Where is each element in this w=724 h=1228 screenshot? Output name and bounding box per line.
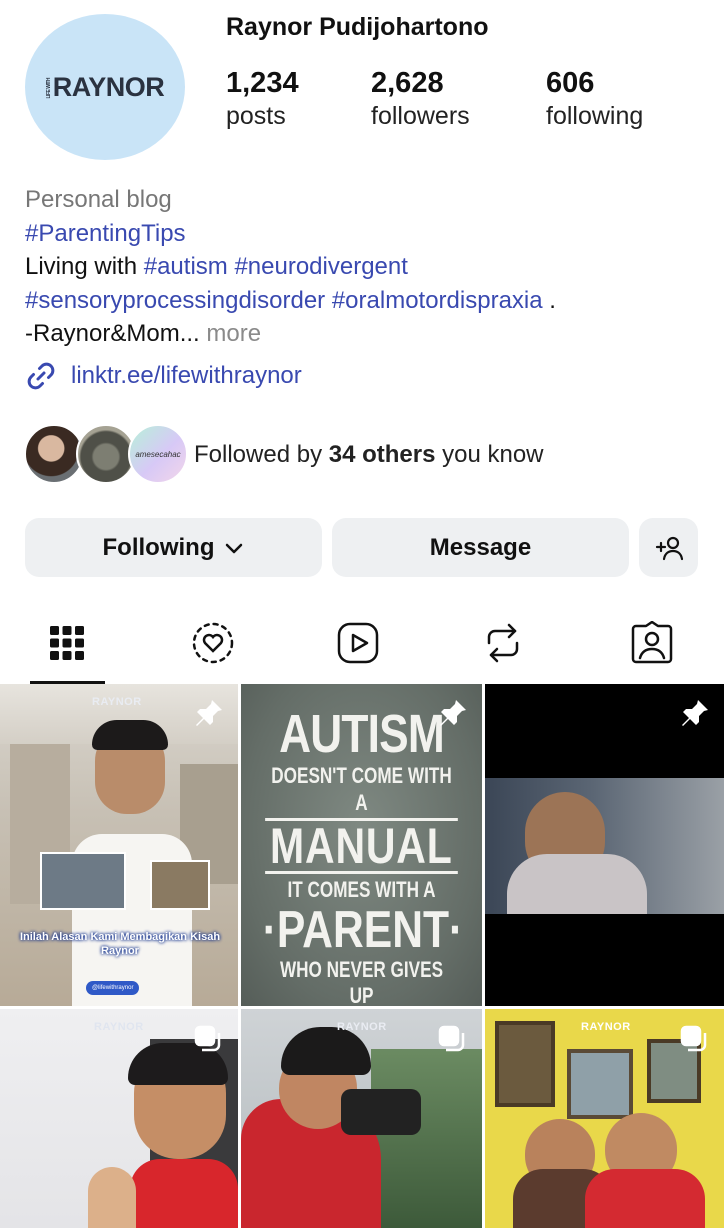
repost-icon <box>487 623 519 663</box>
reels-icon <box>337 622 379 664</box>
pin-icon <box>682 700 708 726</box>
tagged-person-icon <box>631 621 673 664</box>
hashtag-oralmotordispraxia[interactable]: #oralmotordispraxia <box>332 287 543 314</box>
post-4-watermark: RAYNOR <box>94 1021 144 1033</box>
stat-followers-count: 2,628 <box>371 67 444 99</box>
followed-by-row[interactable]: amesecahac Followed by 34 others you kno… <box>24 424 544 486</box>
post-1-photo-left <box>40 852 126 910</box>
message-button-label: Message <box>429 533 532 561</box>
posts-grid: RAYNOR Inilah Alasan Kami Membagikan Kis… <box>0 684 724 1228</box>
post-5-person-hair <box>281 1027 371 1075</box>
bio-signature: -Raynor&Mom... <box>25 320 200 347</box>
profile-avatar[interactable]: LIFE WITHRAYNOR <box>25 14 185 160</box>
mutual-avatars: amesecahac <box>24 424 188 486</box>
post-2-line-4: IT COMES WITH A <box>287 877 436 902</box>
following-button[interactable]: Following <box>25 518 322 577</box>
post-1-photo-right <box>150 860 210 910</box>
post-2-line-6: WHO NEVER GIVES UP <box>279 957 444 1006</box>
mutual-avatar-1 <box>24 424 84 484</box>
tab-tagged[interactable] <box>615 604 689 682</box>
post-thumbnail-3[interactable] <box>485 684 724 1006</box>
pin-icon <box>196 700 222 726</box>
post-2-line-5: ·PARENT· <box>262 901 464 959</box>
carousel-icon <box>194 1025 221 1052</box>
post-1-handle: @lifewithraynor <box>86 981 140 995</box>
hashtag-sensoryprocessingdisorder[interactable]: #sensoryprocessingdisorder <box>25 287 325 314</box>
post-5-camera <box>341 1089 421 1135</box>
post-2-line-1: AUTISM <box>279 704 445 764</box>
post-2-quote: AUTISM DOESN'T COME WITH A MANUAL IT COM… <box>241 706 482 1006</box>
stat-posts-count: 1,234 <box>226 67 299 99</box>
chevron-down-icon <box>226 543 243 553</box>
bio-more-link[interactable]: more <box>200 320 261 347</box>
post-thumbnail-5[interactable]: RAYNOR <box>241 1009 482 1228</box>
stat-followers[interactable]: 2,628 followers <box>371 66 470 132</box>
mutual-avatar-3: amesecahac <box>128 424 188 484</box>
message-button[interactable]: Message <box>332 518 629 577</box>
hashtag-neurodivergent[interactable]: #neurodivergent <box>234 253 407 280</box>
stat-following-label: following <box>546 102 644 130</box>
tab-highlights[interactable] <box>176 604 250 682</box>
post-3-person-shirt <box>507 854 647 914</box>
pin-icon <box>440 700 466 726</box>
avatar-logo: LIFE WITHRAYNOR <box>45 71 165 102</box>
stat-following[interactable]: 606 following <box>546 66 643 132</box>
stat-posts[interactable]: 1,234 posts <box>226 66 299 132</box>
post-thumbnail-2[interactable]: AUTISM DOESN'T COME WITH A MANUAL IT COM… <box>241 684 482 1006</box>
stat-posts-label: posts <box>226 102 286 130</box>
post-4-child <box>88 1167 136 1228</box>
post-thumbnail-1[interactable]: RAYNOR Inilah Alasan Kami Membagikan Kis… <box>0 684 238 1006</box>
followed-by-text: Followed by 34 others you know <box>194 441 544 468</box>
profile-username: Raynor Pudijohartono <box>226 13 489 41</box>
bio-link[interactable]: linktr.ee/lifewithraynor <box>25 360 302 392</box>
bio-period: . <box>542 286 556 314</box>
grid-icon <box>50 626 84 660</box>
post-6-person-2-shirt <box>585 1169 705 1228</box>
post-6-frame-2 <box>567 1049 633 1119</box>
tab-reels[interactable] <box>321 604 395 682</box>
hashtag-autism[interactable]: #autism <box>144 253 228 280</box>
post-6-frame-1 <box>495 1021 555 1107</box>
post-2-line-3: MANUAL <box>265 818 458 874</box>
post-5-watermark: RAYNOR <box>337 1021 387 1033</box>
profile-bio: Personal blog #ParentingTips Living with… <box>25 183 705 351</box>
post-4-person-shirt <box>130 1159 238 1228</box>
stat-following-count: 606 <box>546 67 595 99</box>
following-button-label: Following <box>102 533 215 561</box>
post-thumbnail-6[interactable]: RAYNOR <box>485 1009 724 1228</box>
suggest-users-button[interactable] <box>639 518 698 577</box>
hashtag-parentingtips[interactable]: #ParentingTips <box>25 220 186 247</box>
post-2-line-2: DOESN'T COME WITH A <box>271 763 452 815</box>
link-icon <box>27 362 55 390</box>
post-1-person-hair <box>92 720 168 750</box>
post-thumbnail-4[interactable]: RAYNOR <box>0 1009 238 1228</box>
bio-link-text: linktr.ee/lifewithraynor <box>71 362 302 389</box>
post-6-watermark: RAYNOR <box>581 1021 631 1033</box>
add-user-icon <box>655 536 683 560</box>
carousel-icon <box>438 1025 465 1052</box>
heart-circle-icon <box>192 622 234 664</box>
bio-text: Living with <box>25 253 144 280</box>
carousel-icon <box>680 1025 707 1052</box>
bio-category: Personal blog <box>25 186 172 213</box>
tab-posts-grid[interactable] <box>30 604 104 682</box>
profile-tabs <box>0 604 724 684</box>
stat-followers-label: followers <box>371 102 470 130</box>
post-5-window <box>371 1049 482 1228</box>
post-1-caption: Inilah Alasan Kami Membagikan Kisah Rayn… <box>19 931 221 957</box>
tab-reposts[interactable] <box>466 604 540 682</box>
post-1-watermark: RAYNOR <box>92 696 142 708</box>
mutual-avatar-2 <box>76 424 136 484</box>
